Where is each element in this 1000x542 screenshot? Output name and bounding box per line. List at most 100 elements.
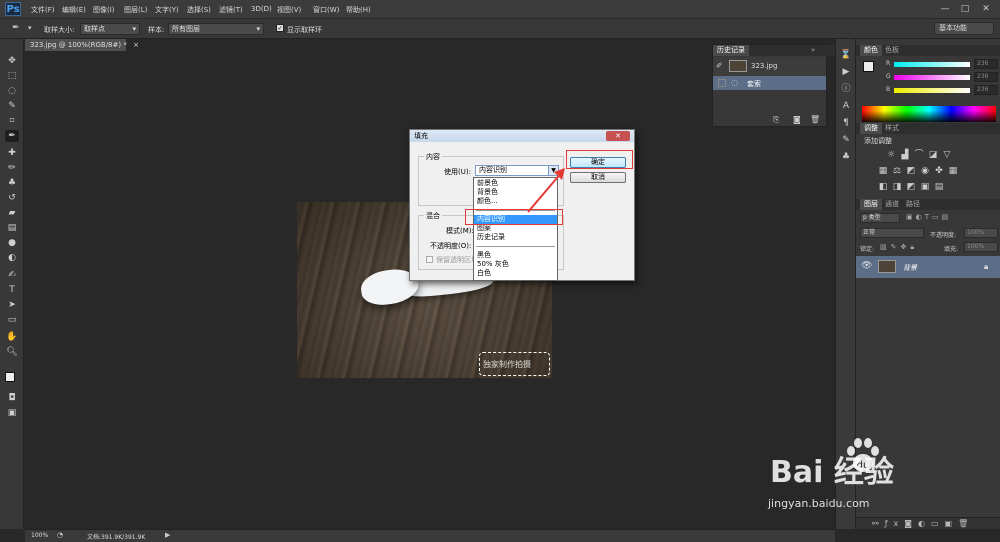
close-window-button[interactable]: ✕ [977,3,995,15]
preserve-transparency-checkbox[interactable] [426,256,433,263]
tab-styles[interactable]: 样式 [881,123,903,134]
threshold-icon[interactable]: ◩ [906,182,916,192]
dialog-close-button[interactable]: ✕ [606,131,630,141]
sample-select[interactable]: 所有图层 [168,23,264,35]
color-foreground-swatch[interactable] [863,61,874,72]
eyedropper-tool-icon[interactable]: ✒ [5,130,19,142]
dropdown-option-pattern[interactable]: 图案 [474,224,557,233]
photo-filter-icon[interactable]: ◉ [920,166,930,176]
green-channel-value[interactable]: 236 [974,72,998,82]
dropdown-option-history[interactable]: 历史记录 [474,233,557,242]
posterize-icon[interactable]: ◨ [892,182,902,192]
actions-panel-icon[interactable]: ▶ [840,66,852,78]
tab-paths[interactable]: 路径 [902,199,924,210]
type-tool-icon[interactable]: T [5,284,19,296]
curves-icon[interactable]: ⌒ [914,150,924,160]
color-balance-icon[interactable]: ⚖ [892,166,902,176]
eraser-tool-icon[interactable]: ▰ [5,207,19,219]
hue-saturation-icon[interactable]: ▦ [878,166,888,176]
history-state-checkbox[interactable] [718,79,726,87]
move-tool-icon[interactable]: ✥ [5,55,19,67]
info-panel-icon[interactable]: ⓘ [840,83,852,95]
camera-icon[interactable]: ◙ [793,115,801,124]
shape-tool-icon[interactable]: ▭ [5,314,19,326]
marquee-tool-icon[interactable]: ⬚ [5,70,19,82]
dropdown-option-black[interactable]: 黑色 [474,251,557,260]
menu-help[interactable]: 帮助(H) [346,5,371,15]
history-state-row[interactable]: ◌ 套索 [713,76,826,90]
tab-adjustments[interactable]: 调整 [860,123,882,134]
history-brush-tool-icon[interactable]: ↺ [5,192,19,204]
maximize-button[interactable]: □ [956,3,974,15]
foreground-color-swatch[interactable] [5,372,15,382]
blend-mode-select[interactable]: 正常 [860,228,924,238]
path-select-tool-icon[interactable]: ➤ [5,299,19,311]
history-snapshot-row[interactable]: ✐ 323.jpg [713,57,826,76]
status-menu-arrow-icon[interactable]: ▶ [165,531,170,539]
paragraph-panel-icon[interactable]: ¶ [840,117,852,129]
menu-filter[interactable]: 滤镜(T) [219,5,243,15]
screen-mode-icon[interactable]: ▣ [5,407,19,419]
eyedropper-icon[interactable]: ✒ [12,23,20,33]
dropdown-option-white[interactable]: 白色 [474,269,557,278]
gradient-map-icon[interactable]: ▤ [934,182,944,192]
brush-panel-icon[interactable]: ✎ [840,134,852,146]
layers-footer-icons[interactable]: ⚯ƒx◙◐▭▣🗑︎ [872,519,974,528]
blue-channel-value[interactable]: 236 [974,85,998,95]
panel-collapse-icon[interactable]: » [811,46,815,54]
menu-file[interactable]: 文件(F) [31,5,55,15]
tab-color[interactable]: 颜色 [860,45,882,56]
workspace-select[interactable]: 基本功能 [934,22,994,35]
fill-input[interactable]: 100% [964,242,998,252]
green-channel-slider[interactable] [894,75,970,80]
layer-filter-icons[interactable]: ▣◐T▭▤ [906,213,951,221]
layer-kind-filter[interactable]: p 类型 [860,213,900,223]
menu-view[interactable]: 视图(V) [277,5,301,15]
minimize-button[interactable]: — [936,3,954,15]
crop-tool-icon[interactable]: ⌗ [5,115,19,127]
dropdown-option-gray[interactable]: 50% 灰色 [474,260,557,269]
vibrance-icon[interactable]: ▽ [942,150,952,160]
red-channel-value[interactable]: 236 [974,59,998,69]
selective-color-icon[interactable]: ▣ [920,182,930,192]
sample-size-select[interactable]: 取样点 [80,23,140,35]
quick-mask-icon[interactable]: ◘ [5,392,19,404]
channel-mixer-icon[interactable]: ✤ [934,166,944,176]
history-brush-source-icon[interactable]: ✐ [716,61,723,70]
blur-tool-icon[interactable]: ● [5,237,19,249]
zoom-tool-icon[interactable]: 🔍︎ [5,346,19,358]
new-document-from-state-icon[interactable]: ⎘ [773,115,779,125]
document-tab-close-icon[interactable]: × [133,41,139,49]
lock-icons[interactable]: ▨✎✥🔒︎ [880,243,918,252]
menu-select[interactable]: 选择(S) [187,5,211,15]
color-lookup-icon[interactable]: ▦ [948,166,958,176]
clone-stamp-tool-icon[interactable]: ♣ [5,177,19,189]
lasso-tool-icon[interactable]: ◌ [5,85,19,97]
exposure-icon[interactable]: ◪ [928,150,938,160]
status-info-icon[interactable]: ◔ [57,531,63,539]
hand-tool-icon[interactable]: ✋ [5,331,19,343]
menu-window[interactable]: 窗口(W) [313,5,339,15]
healing-brush-tool-icon[interactable]: ✚ [5,147,19,159]
zoom-level[interactable]: 100% [31,532,48,539]
menu-type[interactable]: 文字(Y) [155,5,179,15]
red-channel-slider[interactable] [894,62,970,67]
history-panel-icon[interactable]: ⌛ [840,49,852,61]
trash-icon[interactable]: 🗑︎ [810,115,820,124]
show-ring-checkbox[interactable]: ✓ [276,24,284,32]
levels-icon[interactable]: ▟ [900,150,910,160]
gradient-tool-icon[interactable]: ▤ [5,222,19,234]
menu-layer[interactable]: 图层(L) [124,5,147,15]
tab-layers[interactable]: 图层 [860,199,882,210]
tab-history[interactable]: 历史记录 [713,45,749,56]
chevron-down-icon[interactable]: ▾ [28,24,32,32]
menu-edit[interactable]: 编辑(E) [62,5,86,15]
quick-select-tool-icon[interactable]: ✎ [5,100,19,112]
document-tab[interactable]: 323.jpg @ 100%(RGB/8#) * × [25,39,139,51]
brightness-icon[interactable]: ☼ [886,150,896,160]
brush-tool-icon[interactable]: ✏ [5,162,19,174]
layer-row-background[interactable]: 👁︎ 背景 🔒︎ [856,256,1000,278]
invert-icon[interactable]: ◧ [878,182,888,192]
eye-icon[interactable]: 👁︎ [861,261,872,271]
pen-tool-icon[interactable]: ✍ [5,269,19,281]
